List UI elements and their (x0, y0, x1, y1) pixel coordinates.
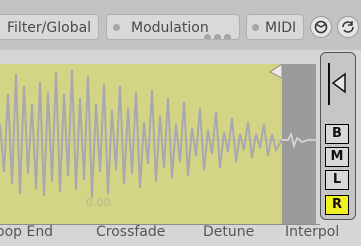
tab-midi-label: MIDI (265, 20, 297, 36)
tab-modulation-label: Modulation (131, 20, 209, 36)
sync-button[interactable] (310, 16, 332, 38)
waveform-m-button[interactable]: M (325, 147, 349, 167)
waveform-r-button[interactable]: R (325, 195, 349, 215)
hot-swap-button[interactable] (337, 16, 359, 38)
midi-led-icon (252, 24, 259, 31)
waveform-graph (0, 64, 282, 199)
waveform-outside-loop (282, 64, 316, 224)
refresh-icon (342, 21, 354, 33)
waveform-position-readout: 0.00 (86, 196, 111, 209)
tab-filter-global-label: Filter/Global (7, 20, 92, 36)
crossfade-label: Crossfade (96, 224, 166, 240)
device-tab-bar: Filter/Global Modulation MIDI (0, 0, 361, 50)
loop-end-label: oop End (0, 224, 54, 240)
modulation-led-icon (113, 24, 120, 31)
waveform-display[interactable] (0, 64, 282, 224)
tab-modulation[interactable]: Modulation (106, 14, 240, 40)
zoom-slider-icon[interactable] (321, 57, 355, 117)
interpol-label: Interpol (285, 224, 340, 240)
tab-filter-global[interactable]: Filter/Global (0, 14, 99, 40)
sync-icon (314, 20, 328, 34)
waveform-tail (282, 131, 316, 149)
detune-label: Detune (203, 224, 255, 240)
waveform-trace (0, 69, 282, 199)
waveform-b-button[interactable]: B (325, 124, 349, 144)
waveform-l-button[interactable]: L (325, 170, 349, 190)
tab-midi[interactable]: MIDI (246, 14, 304, 40)
loop-end-marker-icon (269, 64, 282, 79)
modulation-dots-icon (201, 24, 231, 39)
